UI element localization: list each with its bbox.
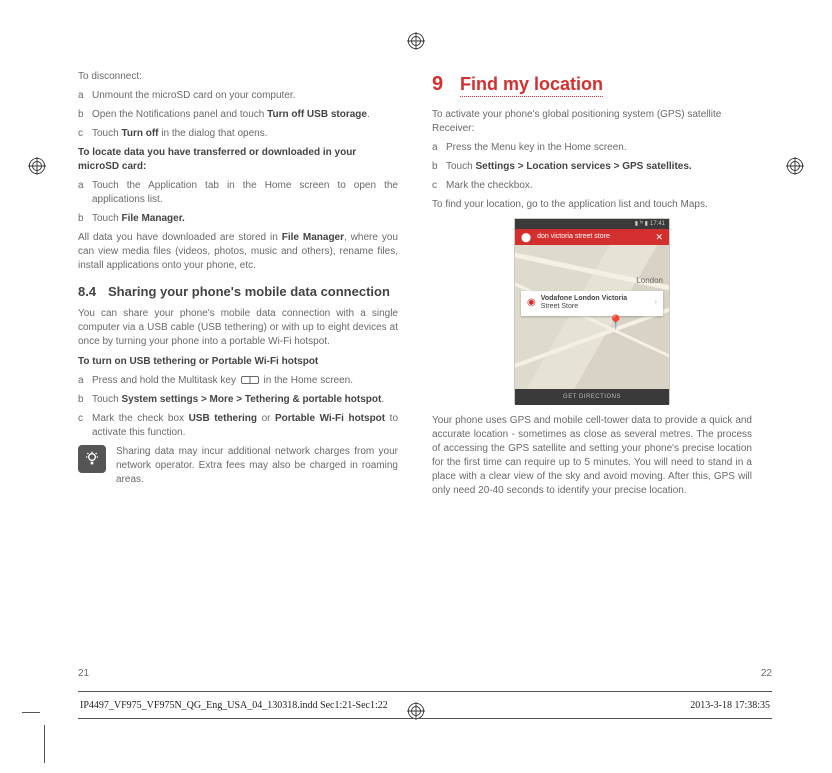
tip-lightbulb-icon (78, 445, 106, 473)
search-query-text: don victoria street store (537, 232, 649, 242)
chapter-heading: 9 Find my location (432, 70, 752, 98)
section-heading: 8.4 Sharing your phone's mobile data con… (78, 283, 398, 301)
section-paragraph: You can share your phone's mobile data c… (78, 307, 398, 349)
page-number-right: 22 (761, 668, 772, 679)
crop-mark-icon (44, 725, 45, 763)
signal-icon: ▮ (635, 220, 638, 228)
chevron-right-icon: › (655, 298, 657, 308)
map-search-bar[interactable]: ⬤ don victoria street store ✕ (515, 229, 669, 245)
locate-paragraph: All data you have downloaded are stored … (78, 231, 398, 273)
list-item: a Touch the Application tab in the Home … (78, 179, 398, 207)
get-directions-button[interactable]: GET DIRECTIONS (515, 389, 669, 405)
battery-icon: ▮ (645, 220, 648, 228)
registration-mark-icon (786, 157, 804, 175)
disconnect-heading: To disconnect: (78, 70, 398, 84)
print-slug-footer: IP4497_VF975_VF975N_QG_Eng_USA_04_130318… (78, 691, 772, 719)
list-item: b Touch Settings > Location services > G… (432, 160, 752, 174)
page-spread: To disconnect: a Unmount the microSD car… (0, 0, 832, 773)
list-item: b Touch System settings > More > Tetheri… (78, 393, 398, 407)
registration-mark-icon (407, 32, 425, 50)
list-item: a Press the Menu key in the Home screen. (432, 141, 752, 155)
locate-heading: To locate data you have transferred or d… (78, 146, 398, 174)
right-column: 9 Find my location To activate your phon… (432, 70, 752, 503)
gps-description-paragraph: Your phone uses GPS and mobile cell-towe… (432, 414, 752, 498)
clear-search-icon[interactable]: ✕ (655, 231, 663, 244)
list-item: b Open the Notifications panel and touch… (78, 108, 398, 122)
maps-app-screenshot: ▮ ᴺ ▮ 17:41 ⬤ don victoria street store … (514, 218, 670, 404)
intro-paragraph: To activate your phone's global position… (432, 108, 752, 136)
find-location-paragraph: To find your location, go to the applica… (432, 198, 752, 212)
map-city-label: London (636, 275, 663, 286)
left-column: To disconnect: a Unmount the microSD car… (78, 70, 398, 503)
content-columns: To disconnect: a Unmount the microSD car… (78, 70, 772, 503)
clock-label: 17:41 (650, 220, 665, 228)
network-icon: ᴺ (640, 220, 643, 228)
list-item: a Unmount the microSD card on your compu… (78, 89, 398, 103)
page-number-left: 21 (78, 668, 89, 679)
crop-mark-icon (22, 712, 40, 713)
map-canvas[interactable]: London ◉ Vodafone London Victoria Street… (515, 245, 669, 389)
place-result-card[interactable]: ◉ Vodafone London Victoria Street Store … (521, 291, 663, 316)
location-pin-icon: ⬤ (521, 231, 531, 244)
print-timestamp: 2013-3-18 17:38:35 (690, 700, 770, 711)
registration-mark-icon (28, 157, 46, 175)
list-item: a Press and hold the Multitask key in th… (78, 374, 398, 388)
place-pin-icon: ◉ (527, 296, 536, 310)
list-item: c Mark the checkbox. (432, 179, 752, 193)
list-item: c Mark the check box USB tethering or Po… (78, 412, 398, 440)
indesign-file-label: IP4497_VF975_VF975N_QG_Eng_USA_04_130318… (80, 700, 388, 711)
list-item: b Touch File Manager. (78, 212, 398, 226)
list-item: c Touch Turn off in the dialog that open… (78, 127, 398, 141)
hotspot-heading: To turn on USB tethering or Portable Wi-… (78, 355, 398, 369)
multitask-key-icon (241, 376, 259, 384)
note-callout: Sharing data may incur additional networ… (78, 445, 398, 487)
page-numbers: 21 22 (78, 668, 772, 679)
status-bar: ▮ ᴺ ▮ 17:41 (515, 219, 669, 229)
map-marker-icon: 📍 (607, 313, 624, 333)
